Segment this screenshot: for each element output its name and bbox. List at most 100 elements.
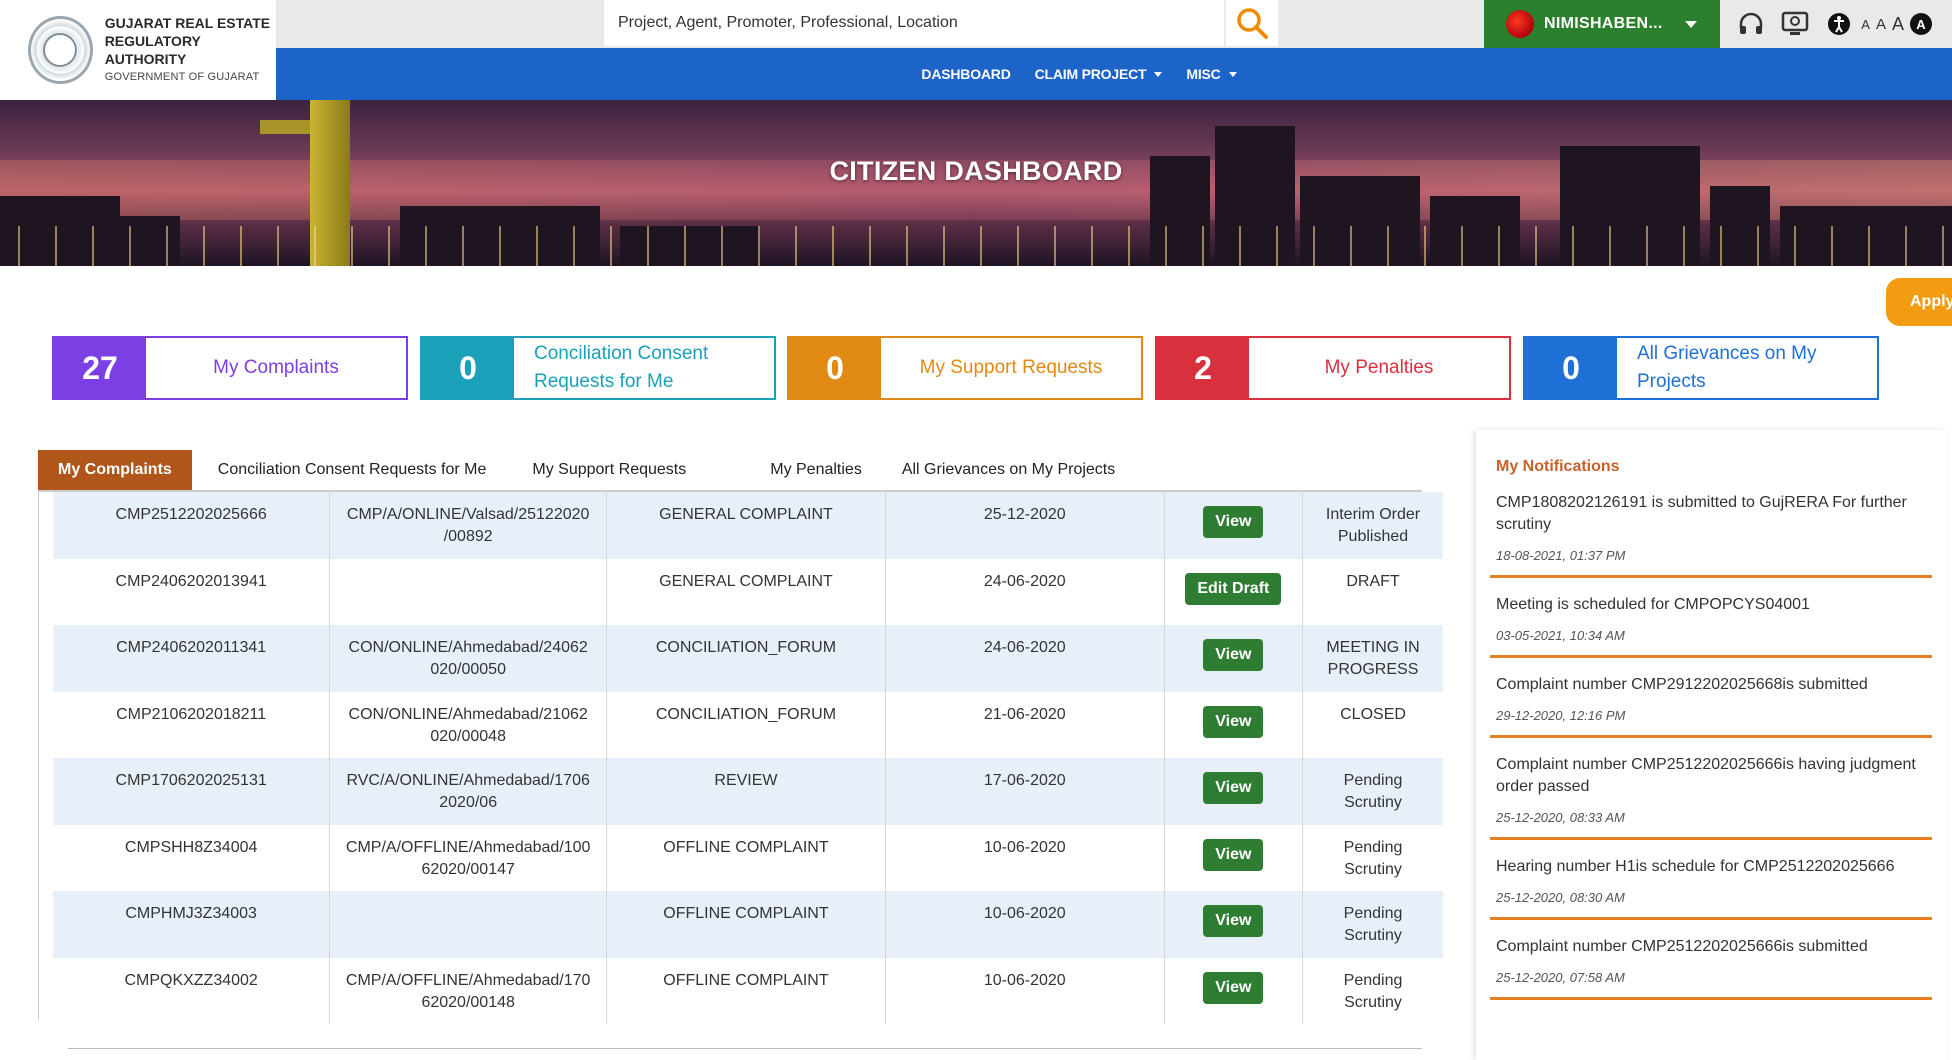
- user-menu[interactable]: NIMISHABEN...: [1484, 0, 1720, 48]
- notification-time: 25-12-2020, 08:33 AM: [1496, 810, 1625, 825]
- view-button[interactable]: View: [1203, 506, 1264, 538]
- notification-item[interactable]: Complaint number CMP2512202025666is subm…: [1490, 936, 1932, 1000]
- search-button[interactable]: [1226, 0, 1278, 46]
- apply-button[interactable]: Apply: [1886, 278, 1952, 326]
- complaint-id-cell: CMP2512202025666: [53, 492, 331, 559]
- logo-line-2: REGULATORY AUTHORITY: [104, 33, 201, 67]
- tab-all-grievances[interactable]: All Grievances on My Projects: [882, 450, 1135, 490]
- logo-line-1: GUJARAT REAL ESTATE: [104, 15, 271, 31]
- font-size-large-button[interactable]: A: [1892, 14, 1904, 35]
- notification-item[interactable]: Hearing number H1is schedule for CMP2512…: [1490, 856, 1932, 920]
- complaint-ref-cell: CMP/A/OFFLINE/Ahmedabad/100 62020/00147: [329, 824, 608, 891]
- nav-claim-project[interactable]: CLAIM PROJECT: [1035, 66, 1163, 82]
- stat-count: 27: [54, 338, 146, 398]
- stat-count: 0: [1525, 338, 1617, 398]
- complaint-status-cell: Interim Order Published: [1302, 492, 1443, 559]
- notification-text: CMP1808202126191 is submitted to GujRERA…: [1496, 494, 1907, 533]
- complaint-action-cell: View: [1164, 824, 1304, 891]
- complaint-id-cell: CMPSHH8Z34004: [53, 824, 331, 891]
- chevron-down-icon: [1228, 71, 1237, 77]
- notification-time: 18-08-2021, 01:37 PM: [1496, 548, 1626, 563]
- complaint-action-cell: View: [1164, 758, 1304, 825]
- edit-draft-button[interactable]: Edit Draft: [1185, 572, 1282, 605]
- notification-item[interactable]: Complaint number CMP2512202025666is havi…: [1490, 754, 1932, 840]
- stat-card-support-requests[interactable]: 0 My Support Requests: [787, 336, 1143, 400]
- top-bar: Project, Agent, Promoter, Professional, …: [276, 0, 1952, 48]
- complaint-date-cell: 24-06-2020: [885, 558, 1165, 625]
- tab-support-requests[interactable]: My Support Requests: [506, 450, 750, 490]
- table-row: CMP2512202025666 CMP/A/ONLINE/Valsad/2512…: [53, 492, 1443, 559]
- notification-text: Complaint number CMP2512202025666is subm…: [1496, 938, 1868, 955]
- hero-banner: CITIZEN DASHBOARD: [0, 100, 1952, 266]
- stat-count: 0: [422, 338, 514, 398]
- nav-misc[interactable]: MISC: [1186, 66, 1237, 82]
- tab-my-complaints[interactable]: My Complaints: [38, 450, 192, 490]
- complaint-type-cell: OFFLINE COMPLAINT: [606, 824, 886, 891]
- view-button[interactable]: View: [1203, 838, 1264, 871]
- headphones-icon[interactable]: [1736, 9, 1766, 39]
- stat-card-conciliation[interactable]: 0 Conciliation Consent Requests for Me: [420, 336, 776, 400]
- complaint-action-cell: View: [1164, 957, 1304, 1024]
- notification-time: 25-12-2020, 07:58 AM: [1496, 970, 1625, 985]
- notification-text: Complaint number CMP2512202025666is havi…: [1496, 756, 1916, 795]
- complaint-date-cell: 21-06-2020: [885, 691, 1165, 758]
- nav-dashboard-label: DASHBOARD: [921, 66, 1011, 82]
- view-button[interactable]: View: [1203, 705, 1264, 738]
- stat-card-complaints[interactable]: 27 My Complaints: [52, 336, 408, 400]
- font-size-medium-button[interactable]: A: [1876, 16, 1886, 33]
- screen-reader-icon[interactable]: [1780, 9, 1810, 39]
- notification-text: Meeting is scheduled for CMPOPCYS04001: [1496, 596, 1810, 613]
- view-button[interactable]: View: [1203, 772, 1264, 804]
- tab-conciliation-consent[interactable]: Conciliation Consent Requests for Me: [192, 450, 507, 490]
- complaint-type-cell: CONCILIATION_FORUM: [606, 691, 886, 758]
- complaint-action-cell: View: [1164, 691, 1304, 758]
- complaint-id-cell: CMP2406202011341: [53, 625, 331, 692]
- font-size-small-button[interactable]: A: [1861, 17, 1870, 32]
- complaint-type-cell: GENERAL COMPLAINT: [606, 558, 886, 625]
- complaint-date-cell: 17-06-2020: [885, 758, 1165, 825]
- notification-time: 25-12-2020, 08:30 AM: [1496, 890, 1625, 905]
- complaint-date-cell: 10-06-2020: [885, 957, 1165, 1024]
- notification-item[interactable]: Meeting is scheduled for CMPOPCYS04001 03…: [1490, 594, 1932, 658]
- table-row: CMP2406202013941 GENERAL COMPLAINT 24-06-2…: [53, 558, 1443, 625]
- stat-label: My Support Requests: [919, 357, 1103, 378]
- view-button[interactable]: View: [1203, 905, 1264, 937]
- chevron-down-icon: [1684, 20, 1697, 28]
- complaint-status-cell: Pending Scrutiny: [1302, 891, 1443, 958]
- complaint-id-cell: CMP2106202018211: [53, 691, 331, 758]
- notification-time: 03-05-2021, 10:34 AM: [1496, 628, 1625, 643]
- view-button[interactable]: View: [1203, 639, 1264, 671]
- complaint-date-cell: 10-06-2020: [885, 824, 1165, 891]
- gujrera-seal-icon: [28, 16, 93, 84]
- complaint-ref-cell: CON/ONLINE/Ahmedabad/24062 020/00050: [329, 625, 608, 692]
- notification-item[interactable]: Complaint number CMP2912202025668is subm…: [1490, 674, 1932, 738]
- complaint-status-cell: Pending Scrutiny: [1302, 758, 1443, 825]
- complaint-id-cell: CMP1706202025131: [53, 758, 331, 825]
- tab-penalties[interactable]: My Penalties: [750, 450, 882, 490]
- complaints-table: CMP2512202025666 CMP/A/ONLINE/Valsad/2512…: [53, 492, 1443, 1024]
- table-row: CMP2106202018211 CON/ONLINE/Ahmedabad/210…: [53, 691, 1443, 758]
- stat-label: My Complaints: [213, 357, 339, 378]
- complaint-type-cell: CONCILIATION_FORUM: [606, 625, 886, 692]
- complaint-id-cell: CMP2406202013941: [53, 558, 331, 625]
- logo[interactable]: GUJARAT REAL ESTATE REGULATORY AUTHORITY…: [0, 0, 276, 100]
- complaint-action-cell: View: [1164, 492, 1304, 559]
- view-button[interactable]: View: [1203, 971, 1264, 1004]
- chevron-down-icon: [1154, 71, 1163, 77]
- stat-label: My Penalties: [1324, 357, 1434, 378]
- stat-card-grievances[interactable]: 0 All Grievances on My Projects: [1523, 336, 1879, 400]
- stat-count: 2: [1157, 338, 1249, 398]
- contrast-toggle[interactable]: A: [1910, 13, 1932, 35]
- search-input[interactable]: Project, Agent, Promoter, Professional, …: [604, 0, 1224, 46]
- complaint-action-cell: View: [1164, 625, 1304, 692]
- main-nav: DASHBOARD CLAIM PROJECT MISC: [276, 48, 1952, 100]
- complaint-ref-cell: RVC/A/ONLINE/Ahmedabad/1706 2020/06: [329, 758, 608, 825]
- nav-dashboard[interactable]: DASHBOARD: [921, 66, 1010, 82]
- complaint-type-cell: OFFLINE COMPLAINT: [606, 891, 886, 958]
- accessibility-icon[interactable]: [1824, 9, 1854, 39]
- logo-line-3: GOVERNMENT OF GUJARAT: [104, 71, 260, 83]
- stat-label: Conciliation Consent Requests for Me: [534, 343, 709, 392]
- notification-item[interactable]: CMP1808202126191 is submitted to GujRERA…: [1490, 492, 1932, 578]
- stat-card-penalties[interactable]: 2 My Penalties: [1155, 336, 1511, 400]
- complaint-action-cell: View: [1164, 891, 1304, 958]
